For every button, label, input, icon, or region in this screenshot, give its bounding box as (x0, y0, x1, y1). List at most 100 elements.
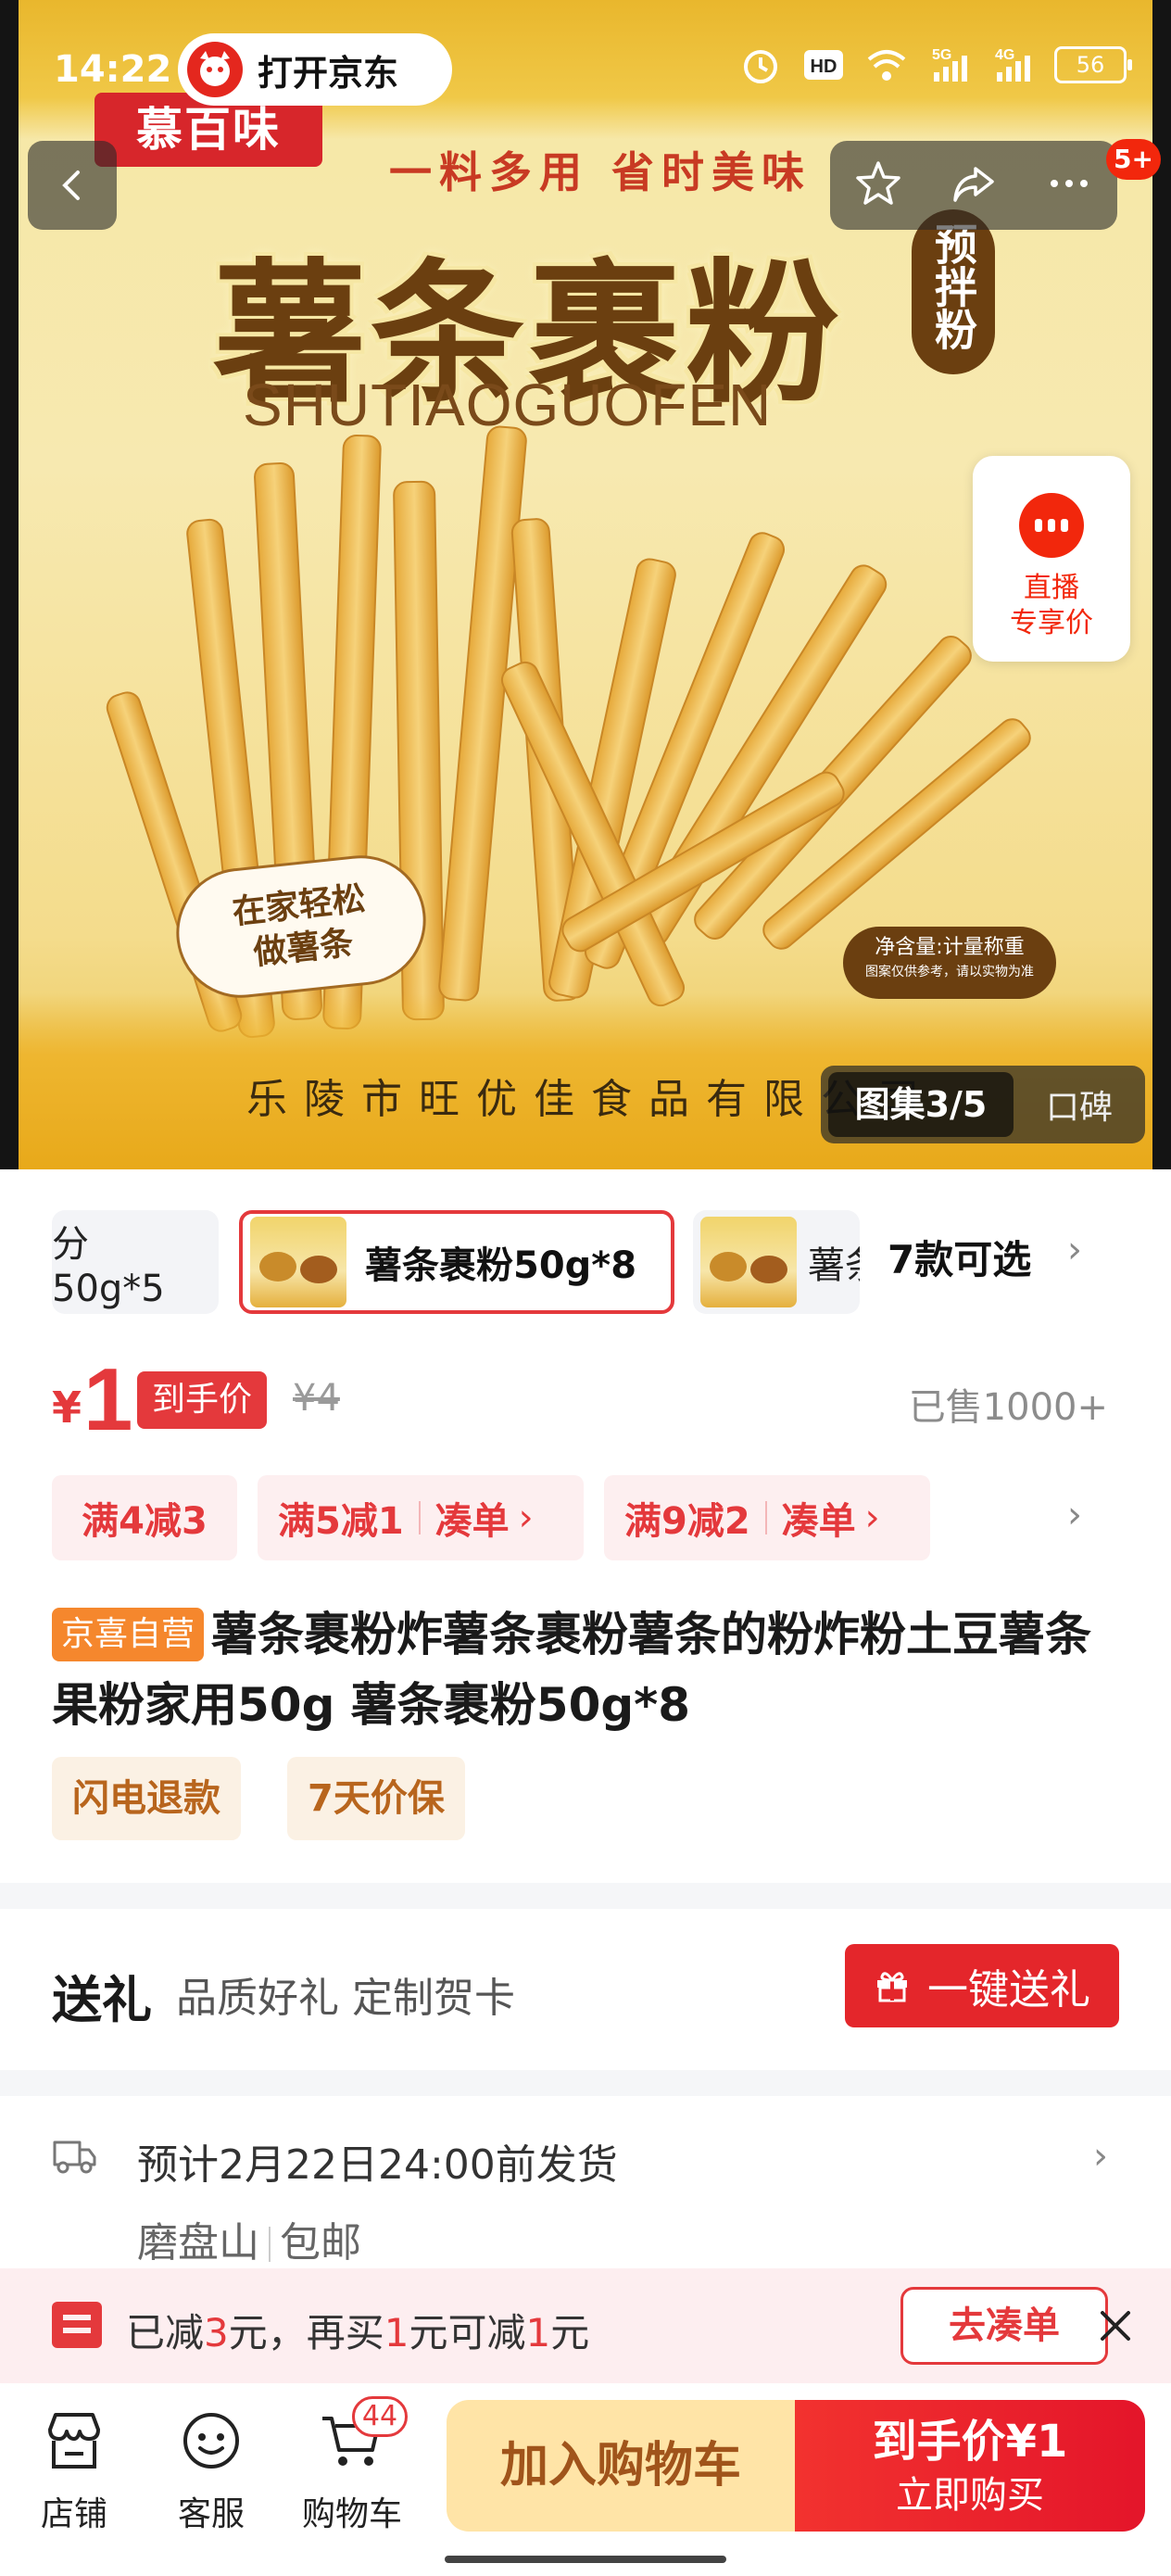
variant-option-selected[interactable]: 薯条裹粉50g*8 (239, 1210, 674, 1314)
store-button[interactable]: 店铺 (9, 2407, 139, 2535)
section-divider (0, 1883, 1171, 1909)
close-promo-button[interactable] (1089, 2300, 1141, 2352)
original-price: ¥4 (293, 1377, 340, 1420)
hd-icon: HD (802, 44, 845, 85)
signal-5g-icon: 5G (928, 44, 971, 85)
package-premix-tag: 预拌粉 (912, 209, 995, 374)
service-tag[interactable]: 闪电退款 (52, 1757, 241, 1840)
share-icon (953, 167, 994, 202)
coupon-chip[interactable]: 满4减3 (52, 1475, 237, 1560)
add-to-cart-button[interactable]: 加入购物车 (447, 2400, 795, 2532)
signal-5g-label: 5G (932, 47, 951, 63)
chevron-right-icon[interactable]: › (1067, 1494, 1082, 1536)
live-price-button[interactable]: 直播 专享价 (973, 456, 1130, 662)
coupon-icon (52, 2302, 102, 2348)
variant-label: 薯条裹粉50g*8 (365, 1244, 637, 1287)
product-title: 京喜自营 薯条裹粉炸薯条裹粉薯条的粉炸粉土豆薯条果粉家用50g 薯条裹粉50g*8 (52, 1599, 1127, 1740)
reviews-tab[interactable]: 口碑 (1014, 1080, 1145, 1129)
coupon-action: 凑单 (434, 1500, 510, 1543)
coupon-action: 凑单 (781, 1500, 856, 1543)
chevron-right-icon[interactable]: › (1067, 1229, 1082, 1271)
promo-text-3: 元可减 (409, 2310, 526, 2355)
free-shipping: 包邮 (280, 2219, 361, 2267)
promo-text-2: 元，再买 (228, 2310, 384, 2355)
live-icon (1019, 493, 1084, 558)
close-icon (1101, 2311, 1130, 2341)
price-row: ¥ 1 到手价 ¥4 已售1000+ (52, 1350, 1127, 1449)
final-price: 1 (83, 1350, 133, 1449)
service-tag[interactable]: 7天价保 (287, 1757, 465, 1840)
package-slogan: 一料多用 省时美味 (389, 147, 812, 197)
coupon-text: 满9减2 (624, 1500, 750, 1543)
coupon-chip[interactable]: 满5减1 凑单 › (258, 1475, 584, 1560)
variant-option[interactable]: 分50g*5 (52, 1210, 219, 1314)
more-menu-button[interactable] (1043, 158, 1095, 213)
open-jd-app-button[interactable]: 打开京东 (178, 33, 452, 106)
cart-count-badge: 44 (352, 2396, 408, 2437)
back-button[interactable] (28, 141, 117, 230)
store-label: 店铺 (40, 2495, 107, 2533)
favorite-star-button[interactable] (852, 158, 904, 213)
coupon-text: 满5减1 (278, 1500, 404, 1543)
promo-amount-3: 1 (525, 2310, 551, 2355)
gallery-counter-tab[interactable]: 图集3/5 (828, 1072, 1014, 1137)
star-icon (855, 161, 900, 205)
net-weight-note: 图案仅供参考，请以实物为准 (865, 965, 1034, 979)
live-label-2: 专享价 (1010, 607, 1093, 639)
message-count-badge: 5+ (1106, 139, 1161, 180)
svg-text:HD: HD (811, 57, 837, 77)
send-gift-button[interactable]: 一键送礼 (845, 1944, 1119, 2027)
package-pinyin: SHUTIAOGUOFEN (243, 372, 773, 438)
customer-service-button[interactable]: 客服 (146, 2407, 276, 2535)
origin-location: 磨盘山 (137, 2219, 259, 2267)
customer-service-icon (178, 2407, 245, 2474)
product-title-text: 薯条裹粉炸薯条裹粉薯条的粉炸粉土豆薯条果粉家用50g 薯条裹粉50g*8 (52, 1608, 1092, 1732)
share-button[interactable] (948, 158, 1000, 213)
signal-4g-label: 4G (995, 47, 1014, 63)
shipping-estimate[interactable]: 预计2月22日24:00前发货 (137, 2131, 618, 2191)
variant-label: 分50g*5 (52, 1223, 165, 1310)
self-operated-badge: 京喜自营 (52, 1608, 205, 1661)
store-icon (41, 2407, 107, 2474)
chevron-right-icon: › (518, 1496, 534, 1539)
variant-count-link[interactable]: 7款可选 (888, 1229, 1031, 1285)
buy-now-button[interactable]: 到手价¥1 立即购买 (795, 2400, 1145, 2532)
status-time: 14:22 (54, 48, 172, 91)
more-dots-icon (1051, 180, 1089, 187)
send-gift-label: 一键送礼 (927, 1966, 1090, 2014)
jd-dog-icon (187, 42, 243, 97)
chevron-right-icon: › (864, 1496, 880, 1539)
coupon-chip[interactable]: 满9减2 凑单 › (604, 1475, 930, 1560)
variant-option[interactable]: 薯条 (693, 1210, 860, 1314)
shipping-location: 磨盘山 包邮 (137, 2209, 361, 2268)
alarm-icon (739, 44, 782, 85)
open-jd-label: 打开京东 (258, 52, 399, 94)
gallery-controls: 图集3/5 口碑 (821, 1066, 1145, 1143)
delivery-truck-icon (52, 2137, 96, 2176)
promo-message: 已减3元，再买1元可减1元 (126, 2302, 589, 2358)
variant-label: 薯条 (808, 1244, 860, 1287)
promo-amount-2: 1 (384, 2310, 409, 2355)
promo-amount-1: 3 (204, 2310, 229, 2355)
premix-text: 预拌粉 (928, 222, 978, 350)
bottom-action-bar: 店铺 客服 购物车 44 加入购物车 到手价¥1 立即购买 (0, 2383, 1171, 2576)
currency-symbol: ¥ (52, 1383, 82, 1433)
gift-section-subtitle: 品质好礼 定制贺卡 (176, 1975, 515, 2022)
chevron-right-icon[interactable]: › (1093, 2135, 1108, 2178)
home-indicator[interactable] (445, 2556, 726, 2563)
sold-count: 已售1000+ (908, 1386, 1108, 1429)
section-divider (0, 2070, 1171, 2096)
battery-icon: 56 (1054, 46, 1132, 83)
signal-4g-icon: 4G (991, 44, 1034, 85)
top-action-group (830, 141, 1117, 230)
variant-thumbnail (250, 1217, 346, 1307)
customer-service-label: 客服 (177, 2495, 245, 2533)
product-gallery-image[interactable]: 慕百味 一料多用 省时美味 薯条裹粉 SHUTIAOGUOFEN 预拌粉 在家轻… (0, 0, 1171, 1169)
cart-label: 购物车 (301, 2495, 402, 2533)
status-icons: HD 5G 4G 56 (739, 44, 1132, 85)
net-weight-text: 净含量:计量称重 (875, 936, 1025, 959)
chevron-left-icon (62, 170, 80, 200)
buy-now-price: 到手价¥1 (872, 2416, 1068, 2468)
buy-now-label: 立即购买 (896, 2474, 1044, 2517)
add-on-order-button[interactable]: 去凑单 (900, 2287, 1108, 2365)
